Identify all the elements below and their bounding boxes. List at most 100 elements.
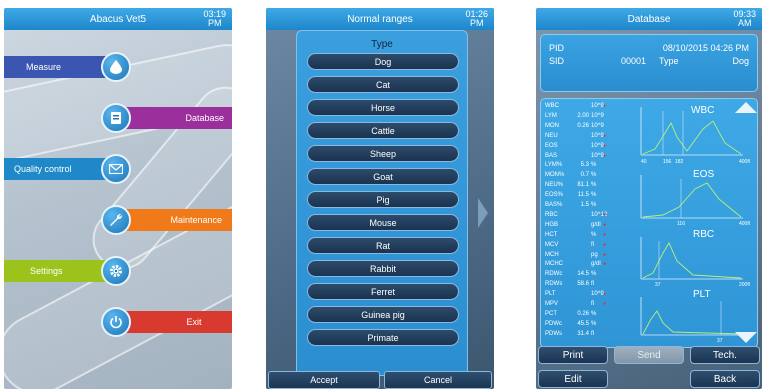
title-bar: Database 09:33 AM (536, 8, 762, 30)
type-label: Type (659, 56, 679, 66)
wbc-tick: 182 (675, 159, 684, 165)
parameter-unit: 10^12 (591, 211, 608, 218)
print-button[interactable]: Print (538, 346, 608, 364)
parameter-row: NEU% 81.1% (545, 182, 603, 189)
parameter-unit: % (591, 320, 597, 327)
type-panel: Type Dog Cat Horse Cattle Sheep Goat Pig… (296, 30, 468, 376)
parameter-value: 1.5 (580, 202, 589, 208)
species-rabbit-button[interactable]: Rabbit (307, 260, 459, 277)
parameter-row: LYM 2.00 10^9 (545, 112, 604, 120)
abnormal-flag-icon: ● (603, 251, 607, 258)
parameter-value: 11.5 (577, 192, 589, 199)
screen-title: Normal ranges (347, 13, 413, 25)
scroll-right-arrow-icon[interactable] (478, 198, 488, 228)
menu-database[interactable]: Database (126, 107, 232, 129)
sample-info-panel: PID 08/10/2015 04:26 PM SID 00001 Type D… (540, 34, 758, 92)
scroll-up-arrow-icon[interactable] (735, 102, 757, 113)
parameter-row: BAS% 1.5% (545, 202, 603, 209)
species-cattle-button[interactable]: Cattle (307, 122, 459, 139)
abnormal-flag-icon: ● (603, 211, 607, 218)
species-primate-button[interactable]: Primate (307, 329, 459, 346)
rbc-tick: 37 (655, 282, 661, 288)
cancel-button[interactable]: Cancel (384, 371, 492, 389)
abnormal-flag-icon: ● (603, 291, 607, 298)
accept-button[interactable]: Accept (268, 371, 380, 389)
species-sheep-button[interactable]: Sheep (307, 145, 459, 162)
drop-icon[interactable] (101, 52, 131, 82)
plt-chart-title: PLT (693, 289, 711, 300)
species-guinea-pig-button[interactable]: Guinea pig (307, 306, 459, 323)
send-button[interactable]: Send (614, 346, 684, 364)
menu-maintenance[interactable]: Maintenance (126, 209, 232, 231)
envelope-icon[interactable] (101, 154, 131, 184)
parameter-name: BAS (545, 152, 558, 159)
wbc-tick: 40 (641, 159, 647, 165)
parameter-name: PLT (545, 291, 556, 298)
sid-label: SID (549, 56, 565, 66)
species-mouse-button[interactable]: Mouse (307, 214, 459, 231)
parameter-row: HGB g/dl ● (545, 222, 606, 229)
wbc-tick: 400fl (739, 159, 750, 165)
parameter-value: 0.26 (577, 122, 589, 129)
parameter-value: 58.6 (577, 281, 589, 288)
parameter-row: LYM% 5.3% (545, 162, 603, 169)
scroll-down-arrow-icon[interactable] (735, 332, 757, 343)
parameter-value: 2.00 (577, 112, 589, 119)
parameter-row: RDWs 58.6 fl (545, 281, 603, 288)
species-rat-button[interactable]: Rat (307, 237, 459, 254)
menu-measure[interactable]: Measure (4, 56, 116, 78)
parameter-row: MON% 0.7% (545, 172, 603, 179)
species-cat-button[interactable]: Cat (307, 76, 459, 93)
species-horse-button[interactable]: Horse (307, 99, 459, 116)
species-dog-button[interactable]: Dog (307, 53, 459, 70)
title-bar: Normal ranges 01:26 PM (266, 8, 494, 30)
menu-exit[interactable]: Exit (126, 311, 232, 333)
menu-quality-control[interactable]: Quality control (4, 158, 112, 180)
wbc-tick: 156 (663, 159, 672, 165)
parameter-unit: % (591, 192, 597, 199)
back-button[interactable]: Back (690, 370, 760, 388)
parameter-row: PDWc 45.5% (545, 321, 603, 328)
main-menu-screen: Abacus Vet5 03:19 PM Measure Database Qu… (4, 8, 232, 389)
power-icon[interactable] (101, 307, 131, 337)
menu-quality-control-label: Quality control (14, 164, 72, 174)
abnormal-flag-icon: ● (603, 132, 607, 139)
species-goat-button[interactable]: Goat (307, 168, 459, 185)
species-pig-button[interactable]: Pig (307, 191, 459, 208)
parameter-row: RBC 10^12● (545, 211, 608, 219)
parameter-row: MPV fl ● (545, 301, 606, 308)
parameter-name: WBC (545, 103, 559, 109)
plt-curve (642, 310, 742, 335)
database-icon[interactable] (101, 103, 131, 133)
type-value: Dog (732, 56, 749, 66)
parameter-row: MCHC g/dl ● (545, 261, 606, 268)
parameter-row: HCT% ● (545, 232, 606, 239)
parameter-unit: % (591, 271, 597, 278)
menu-database-label: Database (185, 113, 224, 123)
sid-value: 00001 (621, 56, 647, 66)
pid-label: PID (549, 43, 565, 53)
parameter-row: BAS 10^9● (545, 153, 606, 160)
tech-button[interactable]: Tech. (690, 346, 760, 364)
wrench-icon[interactable] (101, 205, 131, 235)
parameter-value: 81.1 (577, 182, 589, 189)
normal-ranges-screen: Normal ranges 01:26 PM Type Dog Cat Hors… (266, 8, 494, 389)
parameter-value: 0.26 (577, 310, 589, 317)
gear-icon[interactable] (101, 256, 131, 286)
clock: 03:19 PM (203, 10, 226, 28)
screen-title: Database (627, 13, 671, 25)
parameter-unit: % (591, 162, 597, 169)
parameter-name: BAS% (545, 202, 563, 208)
species-ferret-button[interactable]: Ferret (307, 283, 459, 300)
wbc-curve (642, 120, 742, 155)
edit-button[interactable]: Edit (538, 370, 608, 388)
menu-settings[interactable]: Settings (4, 260, 116, 282)
rbc-tick: 200fl (739, 282, 750, 288)
parameter-name: PCT (545, 310, 557, 317)
parameter-name: MON% (545, 172, 565, 179)
parameter-row: PCT 0.26% (545, 311, 603, 318)
parameter-name: PDWs (545, 330, 562, 337)
parameter-name: RDWc (545, 271, 563, 278)
parameter-row: MON 0.26 10^9 (545, 122, 604, 130)
database-screen: Database 09:33 AM PID 08/10/2015 04:26 P… (536, 8, 762, 389)
